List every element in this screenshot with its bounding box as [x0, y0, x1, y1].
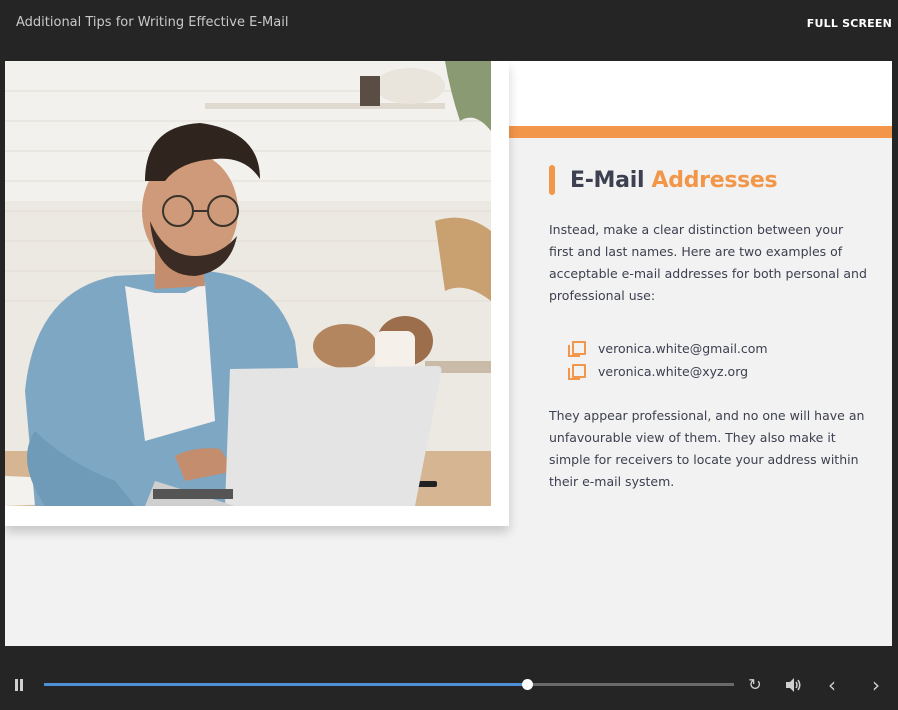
heading-text: E-Mail Addresses: [570, 167, 778, 193]
top-bar: Additional Tips for Writing Effective E-…: [0, 0, 898, 60]
email-list: veronica.white@gmail.com veronica.white@…: [568, 337, 768, 383]
photo-frame: [5, 61, 509, 526]
volume-icon[interactable]: [783, 674, 803, 696]
slide-content: E-Mail Addresses Instead, make a clear d…: [5, 61, 892, 646]
slide-heading: E-Mail Addresses: [549, 165, 778, 195]
full-screen-button[interactable]: FULL SCREEN: [807, 17, 892, 30]
seek-handle[interactable]: [522, 679, 533, 690]
accent-band: [509, 126, 892, 138]
intro-paragraph: Instead, make a clear distinction betwee…: [549, 222, 867, 303]
email-address: veronica.white@gmail.com: [598, 341, 768, 356]
seek-progress: [44, 683, 527, 686]
seek-bar[interactable]: [44, 679, 734, 690]
player-controls: ↻ ‹ ›: [0, 660, 898, 710]
copy-icon: [568, 363, 586, 380]
heading-main: E-Mail: [570, 167, 645, 193]
man-with-laptop-image: [5, 61, 491, 506]
list-item: veronica.white@gmail.com: [568, 337, 768, 360]
chevron-right-icon[interactable]: ›: [866, 674, 886, 696]
list-item: veronica.white@xyz.org: [568, 360, 768, 383]
heading-accent: Addresses: [651, 167, 778, 193]
heading-accent-bar: [549, 165, 555, 195]
chevron-left-icon[interactable]: ‹: [822, 674, 842, 696]
closing-paragraph: They appear professional, and no one wil…: [549, 408, 865, 489]
course-title: Additional Tips for Writing Effective E-…: [16, 15, 289, 30]
pause-icon[interactable]: [14, 679, 24, 691]
email-address: veronica.white@xyz.org: [598, 364, 749, 379]
copy-icon: [568, 340, 586, 357]
replay-icon[interactable]: ↻: [745, 674, 765, 696]
